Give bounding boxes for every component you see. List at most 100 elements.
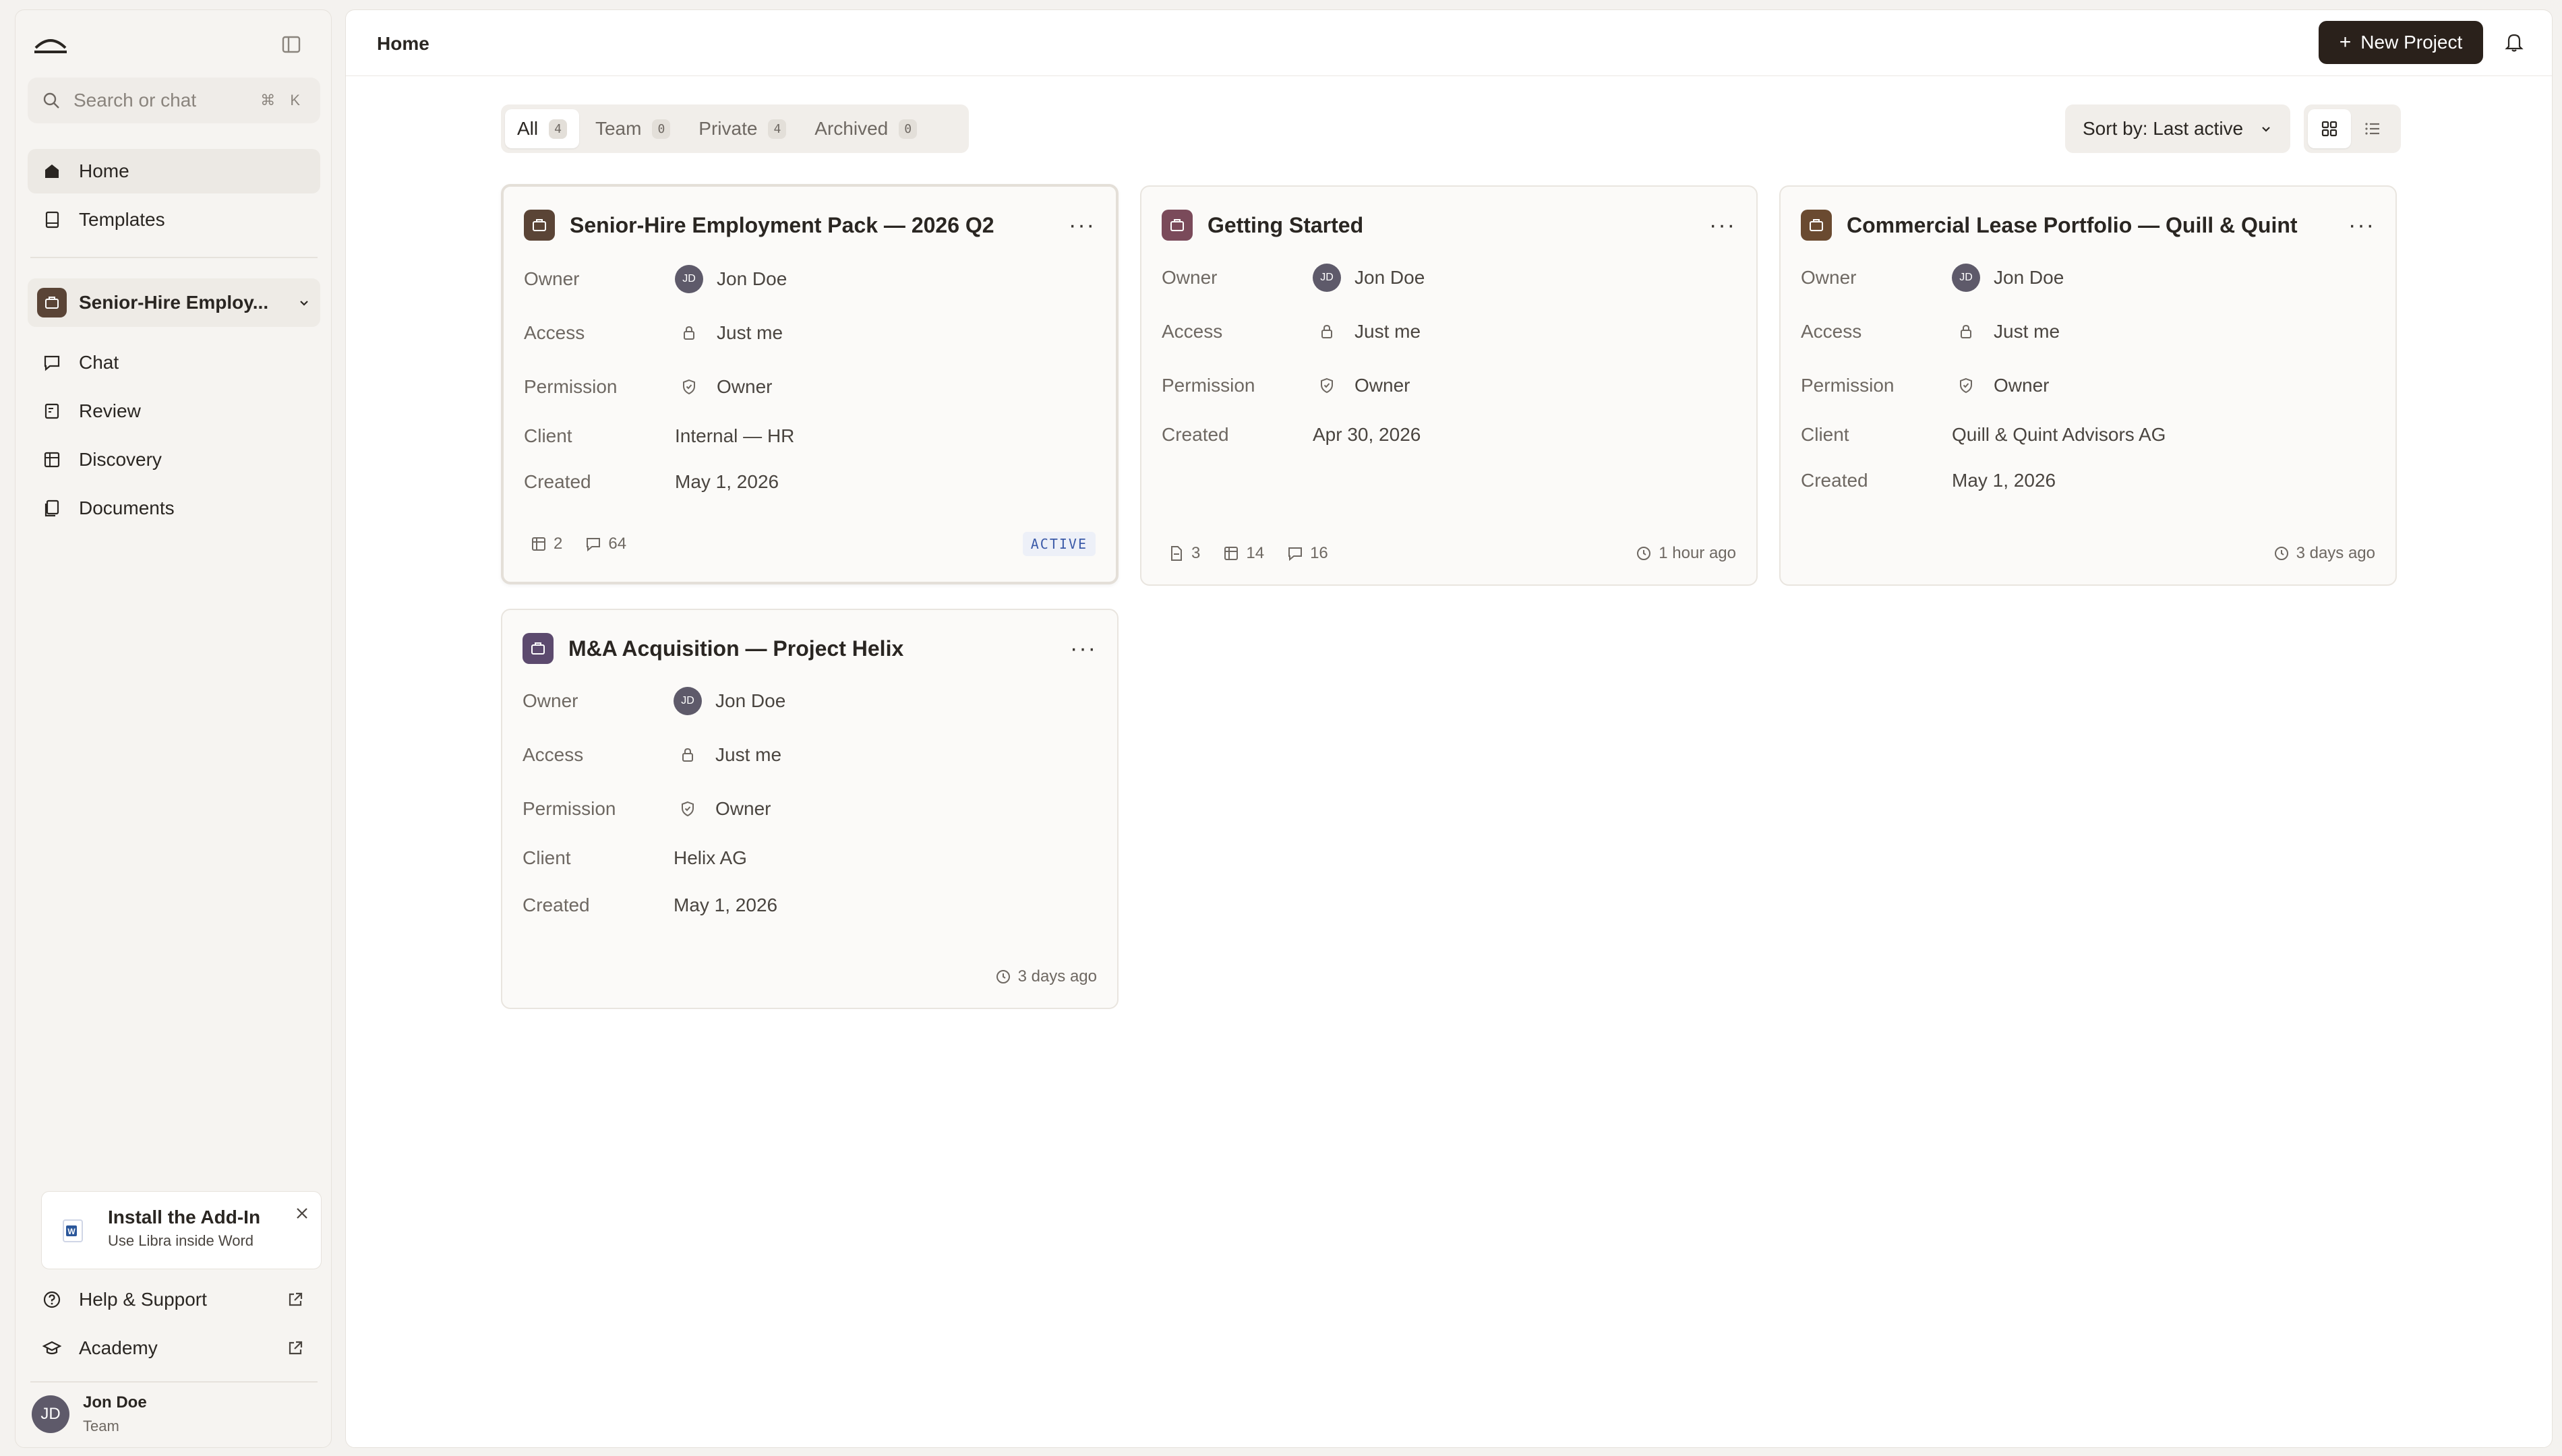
new-project-label: New Project	[2360, 32, 2463, 53]
access-label: Access	[524, 322, 585, 343]
more-options-icon[interactable]: ···	[2348, 212, 2375, 239]
permission-value: Owner	[717, 376, 773, 397]
permission-value: Owner	[1994, 375, 2050, 396]
sidebar: Search or chat ⌘ K Home Templates Senior…	[15, 9, 332, 1448]
close-icon[interactable]	[294, 1205, 310, 1221]
user-name: Jon Doe	[83, 1393, 147, 1412]
owner-label: Owner	[1801, 267, 1857, 288]
user-menu[interactable]: JD Jon Doe Team	[32, 1393, 147, 1435]
sidebar-item-label: Chat	[79, 352, 119, 373]
app-logo-icon[interactable]	[33, 30, 68, 57]
sidebar-item-label: Review	[79, 400, 141, 421]
sidebar-item-review[interactable]: Review	[28, 389, 320, 433]
tab-all[interactable]: All 4	[505, 109, 579, 148]
shield-icon	[1952, 371, 1980, 400]
tab-count: 0	[899, 119, 918, 139]
created-label: Created	[1162, 424, 1229, 445]
sidebar-item-chat[interactable]: Chat	[28, 340, 320, 385]
owner-value: Jon Doe	[1354, 267, 1425, 288]
lock-icon	[1952, 317, 1980, 346]
bell-icon[interactable]	[2503, 30, 2525, 53]
avatar: JD	[1313, 264, 1341, 292]
tab-count: 4	[768, 119, 787, 139]
sort-dropdown[interactable]: Sort by: Last active	[2065, 104, 2290, 153]
documents-icon	[42, 499, 61, 518]
status-badge: ACTIVE	[1022, 532, 1096, 556]
project-card[interactable]: Getting Started ··· Owner JD Jon Doe Acce…	[1140, 185, 1758, 586]
home-icon	[42, 162, 61, 181]
permission-value: Owner	[1354, 375, 1410, 396]
access-value: Just me	[717, 322, 783, 343]
sidebar-item-label: Help & Support	[79, 1289, 207, 1310]
new-project-button[interactable]: + New Project	[2319, 21, 2483, 64]
sidebar-item-home[interactable]: Home	[28, 149, 320, 193]
chevron-down-icon	[297, 296, 311, 309]
access-label: Access	[1162, 321, 1223, 342]
permission-label: Permission	[523, 798, 616, 819]
lock-icon	[674, 741, 702, 769]
owner-label: Owner	[523, 690, 578, 711]
sidebar-item-help-support[interactable]: Help & Support	[28, 1277, 320, 1322]
tab-team[interactable]: Team 0	[583, 109, 682, 148]
sidebar-item-discovery[interactable]: Discovery	[28, 437, 320, 482]
project-title: Getting Started	[1208, 212, 1364, 237]
client-label: Client	[523, 847, 571, 868]
sidebar-item-templates[interactable]: Templates	[28, 198, 320, 242]
client-label: Client	[524, 425, 572, 446]
document-icon	[1168, 545, 1185, 562]
grid-icon	[2321, 120, 2338, 138]
book-icon	[42, 210, 61, 229]
sidebar-item-label: Discovery	[79, 449, 162, 470]
collapse-sidebar-icon[interactable]	[281, 34, 301, 55]
created-value: May 1, 2026	[675, 471, 779, 492]
help-icon	[42, 1290, 61, 1309]
briefcase-icon	[37, 288, 67, 317]
breadcrumb: Home	[377, 33, 429, 54]
sidebar-divider	[30, 257, 318, 258]
created-value: May 1, 2026	[1952, 470, 2056, 491]
sidebar-item-academy[interactable]: Academy	[28, 1326, 320, 1370]
chat-count: 64	[608, 535, 627, 553]
project-switcher[interactable]: Senior-Hire Employ...	[28, 278, 320, 327]
table-icon	[531, 536, 547, 552]
last-active: 3 days ago	[1017, 967, 1097, 985]
external-link-icon	[287, 1339, 304, 1357]
briefcase-icon	[524, 210, 555, 241]
svg-text:W: W	[67, 1227, 76, 1236]
permission-label: Permission	[1162, 375, 1255, 396]
created-value: Apr 30, 2026	[1313, 424, 1421, 445]
more-options-icon[interactable]: ···	[1709, 212, 1736, 239]
install-addin-card[interactable]: W Install the Add-In Use Libra inside Wo…	[41, 1191, 322, 1269]
permission-label: Permission	[524, 376, 618, 397]
project-card[interactable]: M&A Acquisition — Project Helix ··· Owne…	[501, 609, 1119, 1009]
briefcase-icon	[1162, 210, 1193, 241]
table-icon	[42, 450, 61, 469]
table-count: 14	[1246, 544, 1265, 562]
tab-private[interactable]: Private 4	[686, 109, 798, 148]
project-card[interactable]: Commercial Lease Portfolio — Quill & Qui…	[1779, 185, 2397, 586]
project-switcher-label: Senior-Hire Employ...	[79, 292, 269, 313]
lock-icon	[675, 319, 703, 347]
review-icon	[42, 402, 61, 421]
tab-archived[interactable]: Archived 0	[802, 109, 929, 148]
more-options-icon[interactable]: ···	[1070, 636, 1097, 662]
main-content: Home + New Project All 4 Team 0 Private …	[345, 9, 2553, 1448]
search-shortcut: ⌘ K	[260, 92, 305, 109]
client-value: Internal — HR	[675, 425, 795, 446]
avatar: JD	[32, 1395, 69, 1433]
more-options-icon[interactable]: ···	[1069, 212, 1096, 239]
tab-label: Team	[595, 118, 642, 139]
access-value: Just me	[715, 744, 782, 765]
sidebar-item-documents[interactable]: Documents	[28, 486, 320, 530]
grid-view-button[interactable]	[2308, 109, 2351, 148]
search-input[interactable]: Search or chat ⌘ K	[28, 78, 320, 123]
created-value: May 1, 2026	[674, 894, 778, 915]
avatar: JD	[1952, 264, 1980, 292]
view-toggle	[2304, 104, 2401, 153]
permission-value: Owner	[715, 798, 771, 819]
access-label: Access	[523, 744, 584, 765]
list-view-button[interactable]	[2351, 109, 2394, 148]
clock-icon	[995, 969, 1011, 985]
addin-subtitle: Use Libra inside Word	[108, 1232, 254, 1249]
project-card[interactable]: Senior-Hire Employment Pack — 2026 Q2 ··…	[501, 184, 1119, 584]
